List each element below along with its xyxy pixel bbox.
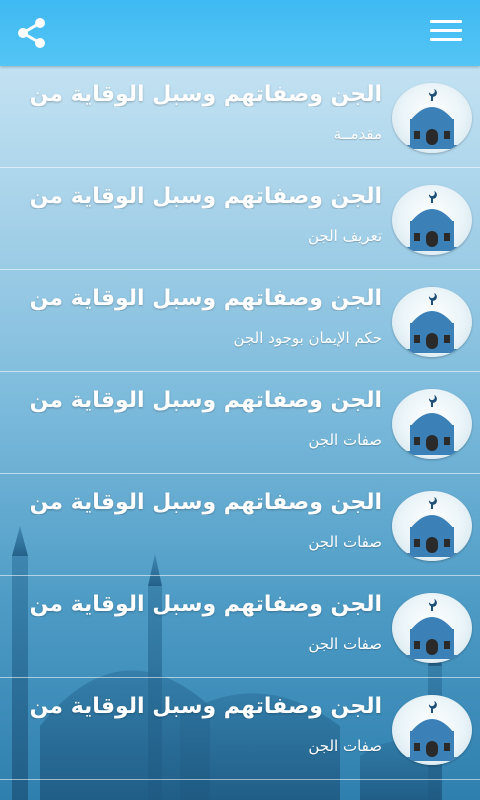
list-item-title: الجن وصفاتهم وسبل الوقاية من [29, 490, 382, 515]
mosque-icon [392, 185, 472, 255]
mosque-icon [392, 491, 472, 561]
list-item-subtitle: صفات الجن [308, 431, 382, 449]
list-item-title: الجن وصفاتهم وسبل الوقاية من [29, 592, 382, 617]
list-item[interactable]: الجن وصفاتهم وسبل الوقاية من صفات الجن [0, 474, 480, 576]
mosque-icon [392, 593, 472, 663]
list-item-subtitle: مقدمــة [333, 125, 382, 143]
app-bar [0, 0, 480, 66]
list-item-title: الجن وصفاتهم وسبل الوقاية من [29, 184, 382, 209]
list-item[interactable]: الجن وصفاتهم وسبل الوقاية من مقدمــة [0, 66, 480, 168]
list-item-title: الجن وصفاتهم وسبل الوقاية من [29, 388, 382, 413]
list-item-title: الجن وصفاتهم وسبل الوقاية من [29, 694, 382, 719]
share-icon [18, 18, 45, 48]
menu-bar-line [430, 20, 462, 23]
list-item-subtitle: صفات الجن [308, 737, 382, 755]
lessons-list: الجن وصفاتهم وسبل الوقاية من مقدمــة الج… [0, 66, 480, 780]
list-item-subtitle: صفات الجن [308, 635, 382, 653]
list-item[interactable]: الجن وصفاتهم وسبل الوقاية من صفات الجن [0, 576, 480, 678]
mosque-icon [392, 83, 472, 153]
mosque-icon [392, 389, 472, 459]
list-item-subtitle: صفات الجن [308, 533, 382, 551]
hamburger-menu-button[interactable] [430, 20, 462, 46]
menu-bar-line [430, 38, 462, 41]
mosque-icon [392, 695, 472, 765]
list-item-title: الجن وصفاتهم وسبل الوقاية من [29, 82, 382, 107]
list-item[interactable]: الجن وصفاتهم وسبل الوقاية من صفات الجن [0, 678, 480, 780]
list-item-title: الجن وصفاتهم وسبل الوقاية من [29, 286, 382, 311]
mosque-icon [392, 287, 472, 357]
list-item[interactable]: الجن وصفاتهم وسبل الوقاية من صفات الجن [0, 372, 480, 474]
list-item[interactable]: الجن وصفاتهم وسبل الوقاية من تعريف الجن [0, 168, 480, 270]
list-item-subtitle: تعريف الجن [308, 227, 382, 245]
share-button[interactable] [14, 15, 50, 51]
list-item[interactable]: الجن وصفاتهم وسبل الوقاية من حكم الإيمان… [0, 270, 480, 372]
menu-bar-line [430, 29, 462, 32]
list-item-subtitle: حكم الإيمان بوجود الجن [233, 329, 382, 347]
